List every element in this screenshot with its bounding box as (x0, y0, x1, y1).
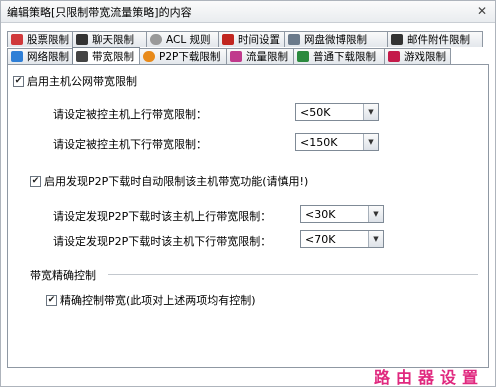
tab-label: 邮件附件限制 (407, 34, 470, 46)
tab-traffic-limit[interactable]: 流量限制 (226, 48, 294, 64)
tab-label: 普通下载限制 (313, 51, 376, 63)
tab-row-2: 网络限制 带宽限制 P2P下载限制 流量限制 普通下载限制 游戏限制 (7, 47, 451, 65)
enable-host-bandwidth-checkbox[interactable]: ✔ (13, 75, 24, 87)
traffic-icon (230, 51, 242, 62)
p2p-download-limit-select[interactable]: <70K ▼ (300, 230, 384, 248)
tab-chat-limit[interactable]: 聊天限制 (72, 31, 147, 47)
tab-netdisk-weibo-limit[interactable]: 网盘微博限制 (284, 31, 388, 47)
enable-host-bandwidth-label: 启用主机公网带宽限制 (27, 75, 137, 88)
precise-bandwidth-checkbox[interactable]: ✔ (46, 294, 57, 306)
tab-mail-attachment-limit[interactable]: 邮件附件限制 (387, 31, 483, 47)
tab-network-limit[interactable]: 网络限制 (7, 48, 73, 64)
netdisk-icon (288, 34, 300, 45)
close-icon[interactable]: ✕ (475, 4, 489, 18)
enable-p2p-auto-label: 启用发现P2P下载时自动限制该主机带宽功能(请慎用!) (44, 175, 309, 188)
chat-icon (76, 34, 88, 45)
upload-limit-label: 请设定被控主机上行带宽限制： (53, 108, 207, 121)
chevron-down-icon[interactable]: ▼ (368, 231, 383, 247)
stock-icon (11, 34, 23, 45)
network-icon (11, 51, 23, 62)
download-limit-label: 请设定被控主机下行带宽限制： (53, 138, 207, 151)
enable-p2p-auto-checkbox[interactable]: ✔ (30, 175, 41, 187)
chevron-down-icon[interactable]: ▼ (363, 134, 378, 150)
enable-p2p-auto-limit[interactable]: ✔ 启用发现P2P下载时自动限制该主机带宽功能(请慎用!) (30, 173, 308, 189)
download-icon (297, 51, 309, 62)
chevron-down-icon[interactable]: ▼ (363, 104, 378, 120)
p2p-upload-limit-value: <30K (305, 207, 336, 221)
tab-label: P2P下载限制 (159, 51, 221, 63)
tab-normal-download-limit[interactable]: 普通下载限制 (293, 48, 385, 64)
tab-stock-limit[interactable]: 股票限制 (7, 31, 73, 47)
p2p-upload-limit-select[interactable]: <30K ▼ (300, 205, 384, 223)
tab-time-settings[interactable]: 时间设置 (218, 31, 285, 47)
tab-acl-rules[interactable]: ACL 规则 (146, 31, 219, 47)
tab-label: 聊天限制 (92, 34, 134, 46)
watermark-text: 路由器设置 (373, 368, 484, 387)
tab-label: 网络限制 (27, 51, 69, 63)
enable-host-bandwidth-limit[interactable]: ✔ 启用主机公网带宽限制 (13, 73, 137, 89)
precise-bandwidth-label: 精确控制带宽(此项对上述两项均有控制) (60, 294, 256, 307)
clock-icon (222, 34, 234, 45)
mail-attachment-icon (391, 34, 403, 45)
bandwidth-icon (76, 51, 88, 62)
game-icon (388, 51, 400, 62)
p2p-icon (143, 51, 155, 62)
tab-label: 时间设置 (238, 34, 280, 46)
p2p-download-limit-label: 请设定发现P2P下载时该主机下行带宽限制： (53, 235, 272, 248)
tab-label: 游戏限制 (404, 51, 446, 63)
policy-edit-window: 编辑策略[只限制带宽流量策略]的内容 ✕ 股票限制 聊天限制 ACL 规则 时间… (0, 0, 496, 387)
tab-p2p-download-limit[interactable]: P2P下载限制 (139, 48, 227, 64)
precise-control-section-title: 带宽精确控制 (30, 269, 96, 282)
tab-label: 网盘微博限制 (304, 34, 367, 46)
section-divider (108, 274, 478, 275)
bandwidth-limit-panel: ✔ 启用主机公网带宽限制 请设定被控主机上行带宽限制： <50K ▼ 请设定被控… (7, 64, 489, 368)
tab-game-limit[interactable]: 游戏限制 (384, 48, 451, 64)
download-limit-value: <150K (300, 135, 338, 149)
tab-label: ACL 规则 (166, 34, 211, 46)
p2p-download-limit-value: <70K (305, 232, 336, 246)
chevron-down-icon[interactable]: ▼ (368, 206, 383, 222)
window-title-bar: 编辑策略[只限制带宽流量策略]的内容 ✕ (1, 1, 495, 23)
tab-label: 带宽限制 (92, 51, 134, 63)
download-limit-select[interactable]: <150K ▼ (295, 133, 379, 151)
upload-limit-value: <50K (300, 105, 331, 119)
window-title: 编辑策略[只限制带宽流量策略]的内容 (7, 6, 192, 19)
tab-label: 股票限制 (27, 34, 69, 46)
tab-row-1: 股票限制 聊天限制 ACL 规则 时间设置 网盘微博限制 邮件附件限制 (7, 31, 483, 47)
tab-bandwidth-limit[interactable]: 带宽限制 (72, 47, 140, 65)
precise-bandwidth-control[interactable]: ✔ 精确控制带宽(此项对上述两项均有控制) (46, 292, 256, 308)
acl-icon (150, 34, 162, 45)
p2p-upload-limit-label: 请设定发现P2P下载时该主机上行带宽限制： (53, 210, 272, 223)
upload-limit-select[interactable]: <50K ▼ (295, 103, 379, 121)
tab-label: 流量限制 (246, 51, 288, 63)
